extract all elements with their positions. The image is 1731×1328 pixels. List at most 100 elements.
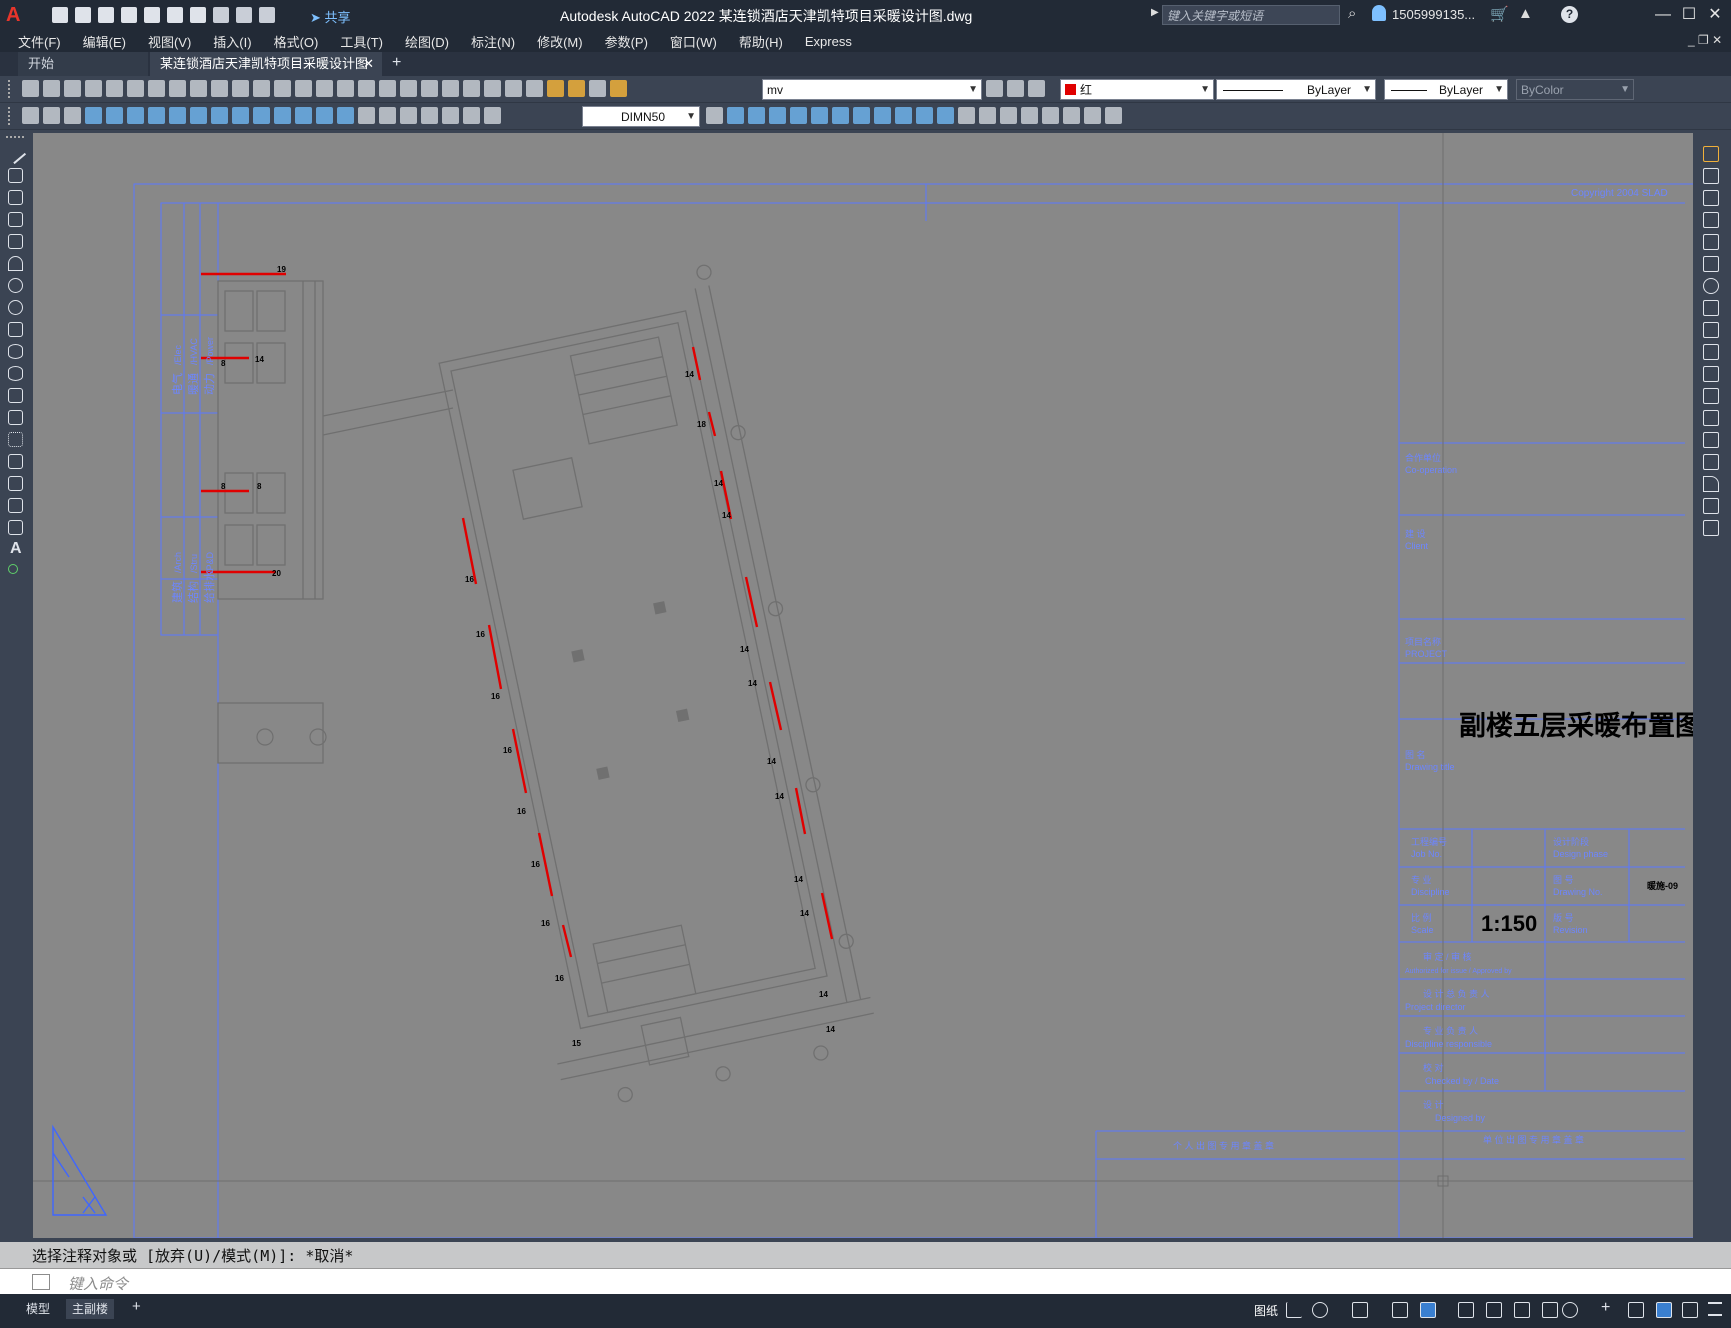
imprint-icon[interactable] xyxy=(958,107,975,124)
gradient-icon[interactable] xyxy=(8,476,23,491)
cart-icon[interactable]: 🛒 xyxy=(1490,5,1509,23)
extrude-faces-icon[interactable] xyxy=(790,107,807,124)
multileader-icon[interactable] xyxy=(43,107,60,124)
dimstyle-dropdown[interactable]: DIMN50 ▼ xyxy=(582,106,700,127)
stretch-icon[interactable] xyxy=(1703,322,1719,338)
layer-properties-icon[interactable] xyxy=(526,80,543,97)
tool-palettes-icon[interactable] xyxy=(421,80,438,97)
annotation-visibility-icon[interactable] xyxy=(1542,1302,1558,1318)
clean-icon[interactable] xyxy=(979,107,996,124)
tab-model[interactable]: 模型 xyxy=(20,1299,56,1319)
hardware-acceleration-icon[interactable] xyxy=(1656,1302,1672,1318)
pan-icon[interactable] xyxy=(295,80,312,97)
menu-dimension[interactable]: 标注(N) xyxy=(460,32,526,51)
share-button[interactable]: ➤ 共享 xyxy=(310,7,351,26)
linear-dim-icon[interactable] xyxy=(85,107,102,124)
explode-icon[interactable] xyxy=(1703,520,1719,536)
undo-icon[interactable] xyxy=(253,80,270,97)
snap-icon[interactable] xyxy=(1286,1302,1302,1318)
add-selected-icon[interactable] xyxy=(8,564,18,574)
color-faces-icon[interactable] xyxy=(937,107,954,124)
layer-on-icon[interactable] xyxy=(547,80,564,97)
separate-icon[interactable] xyxy=(1000,107,1017,124)
insert-block-icon[interactable] xyxy=(8,388,23,403)
polar-tracking-icon[interactable] xyxy=(1312,1302,1328,1318)
chamfer-icon[interactable] xyxy=(1703,454,1719,470)
settings-gear-icon[interactable] xyxy=(1562,1302,1578,1318)
solid-history-icon[interactable] xyxy=(1084,107,1101,124)
continue-icon[interactable] xyxy=(295,107,312,124)
mleader-style-icon[interactable] xyxy=(64,107,81,124)
tab-close-icon[interactable]: ✕ xyxy=(363,52,374,76)
layer-previous-icon[interactable] xyxy=(1007,80,1024,97)
paste-icon[interactable] xyxy=(211,80,228,97)
help-icon[interactable] xyxy=(505,80,522,97)
circle-icon[interactable] xyxy=(8,278,23,293)
markup-icon[interactable] xyxy=(463,80,480,97)
color-dropdown[interactable]: 红 ▼ xyxy=(1060,79,1214,100)
quick-dim-icon[interactable] xyxy=(253,107,270,124)
user-account[interactable]: 1505999135... xyxy=(1392,7,1475,22)
paper-space-toggle[interactable]: 图纸 xyxy=(1254,1302,1278,1319)
properties-icon[interactable] xyxy=(379,80,396,97)
palette-grip[interactable] xyxy=(6,136,24,138)
menu-tools[interactable]: 工具(T) xyxy=(329,32,394,51)
menu-modify[interactable]: 修改(M) xyxy=(526,32,594,51)
toolbar-grip[interactable] xyxy=(8,107,13,125)
rotate-faces-icon[interactable] xyxy=(874,107,891,124)
open-icon[interactable] xyxy=(75,7,91,23)
break-at-point-icon[interactable] xyxy=(1703,388,1719,404)
break-icon[interactable] xyxy=(1703,410,1719,426)
sheet-set-icon[interactable] xyxy=(442,80,459,97)
qdim-icon[interactable] xyxy=(22,107,39,124)
close-icon[interactable]: ✕ xyxy=(1706,6,1724,24)
aligned-dim-icon[interactable] xyxy=(106,107,123,124)
menu-parametric[interactable]: 参数(P) xyxy=(594,32,659,51)
open-from-web-icon[interactable] xyxy=(144,7,160,23)
autocad-logo-icon[interactable]: A xyxy=(6,4,28,26)
radius-icon[interactable] xyxy=(169,107,186,124)
lineweight-dropdown[interactable]: ByLayer ▼ xyxy=(1384,79,1508,100)
mtext-icon[interactable]: A xyxy=(10,540,22,558)
delete-faces-icon[interactable] xyxy=(853,107,870,124)
ellipse-icon[interactable] xyxy=(8,344,23,359)
isometric-icon[interactable] xyxy=(1352,1302,1368,1318)
point-icon[interactable] xyxy=(8,432,23,447)
copy-faces-icon[interactable] xyxy=(916,107,933,124)
baseline-icon[interactable] xyxy=(274,107,291,124)
customize-icon[interactable] xyxy=(259,7,275,23)
layer-lock-icon[interactable] xyxy=(610,80,627,97)
rotate-icon[interactable] xyxy=(1703,278,1719,294)
menu-format[interactable]: 格式(O) xyxy=(263,32,330,51)
transparency-icon[interactable] xyxy=(1486,1302,1502,1318)
line-icon[interactable] xyxy=(4,142,27,165)
menu-window[interactable]: 窗口(W) xyxy=(659,32,728,51)
menu-view[interactable]: 视图(V) xyxy=(137,32,202,51)
doc-restore-icon[interactable]: _ ❐ ✕ xyxy=(1688,33,1722,47)
search-expand-icon[interactable]: ▶ xyxy=(1151,7,1159,18)
polyline-icon[interactable] xyxy=(8,190,23,205)
autodesk-a360-icon[interactable]: ▲ xyxy=(1518,5,1533,22)
search-icon[interactable]: ⌕ xyxy=(1348,5,1356,22)
save-icon[interactable] xyxy=(98,7,114,23)
object-snap-tracking-icon[interactable] xyxy=(1392,1302,1408,1318)
clean-screen-icon[interactable] xyxy=(1682,1302,1698,1318)
qnew-icon[interactable] xyxy=(22,80,39,97)
object-snap-icon[interactable] xyxy=(1420,1302,1436,1318)
hatch-icon[interactable] xyxy=(8,454,23,469)
arc-length-icon[interactable] xyxy=(127,107,144,124)
erase-icon[interactable] xyxy=(1703,146,1719,162)
menu-help[interactable]: 帮助(H) xyxy=(728,32,794,51)
jogged-icon[interactable] xyxy=(190,107,207,124)
annotation-scale-icon[interactable] xyxy=(1514,1302,1530,1318)
redo-icon[interactable] xyxy=(274,80,291,97)
save-as-icon[interactable] xyxy=(121,7,137,23)
angular-icon[interactable] xyxy=(232,107,249,124)
design-center-icon[interactable] xyxy=(400,80,417,97)
publish-icon[interactable] xyxy=(127,80,144,97)
layer-dropdown[interactable]: mv ▼ xyxy=(762,79,982,100)
undo-icon[interactable] xyxy=(213,7,229,23)
trim-icon[interactable] xyxy=(1703,344,1719,360)
check-icon[interactable] xyxy=(1042,107,1059,124)
help-icon[interactable]: ? xyxy=(1561,6,1578,23)
